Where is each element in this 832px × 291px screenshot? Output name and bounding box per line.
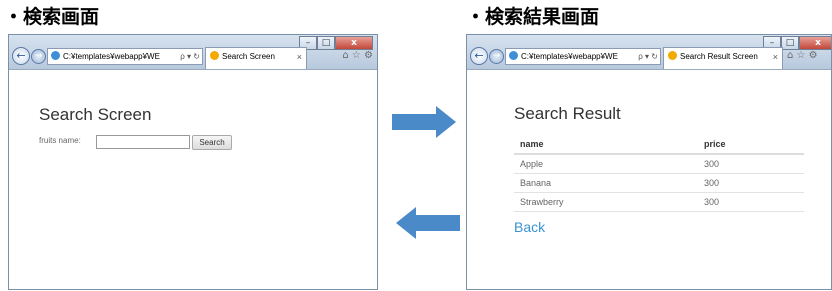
cell-name: Apple	[514, 153, 698, 174]
address-bar[interactable]: C:¥templates¥webapp¥WE ρ ▾ ↻	[47, 48, 203, 65]
search-browser-window: – □ x ← → C:¥templates¥webapp¥WE ρ ▾ ↻ S…	[8, 34, 378, 290]
tab-title: Search Result Screen	[680, 52, 758, 61]
address-bar-icons[interactable]: ρ ▾ ↻	[638, 49, 658, 64]
address-bar-icons[interactable]: ρ ▾ ↻	[180, 49, 200, 64]
ie-tab-icon	[210, 51, 219, 60]
fruits-name-input[interactable]	[96, 135, 190, 149]
cell-price: 300	[698, 153, 804, 174]
search-result-page: Search Result name price Apple 300 Banan…	[467, 70, 831, 289]
tab-title: Search Screen	[222, 52, 275, 61]
search-screen-caption: ・検索画面	[4, 6, 100, 28]
tab-search-result-screen[interactable]: Search Result Screen ×	[663, 47, 783, 69]
search-page: Search Screen fruits name: Search	[9, 70, 377, 289]
maximize-button[interactable]: □	[781, 36, 799, 50]
browser-titlebar: – □ x ← → C:¥templates¥webapp¥WE ρ ▾ ↻ S…	[9, 35, 377, 70]
address-bar[interactable]: C:¥templates¥webapp¥WE ρ ▾ ↻	[505, 48, 661, 65]
forward-arrow-icon[interactable]: →	[31, 49, 46, 64]
left-arrow-icon	[396, 207, 460, 239]
close-button[interactable]: x	[799, 36, 831, 50]
cell-name: Banana	[514, 173, 698, 193]
cell-name: Strawberry	[514, 192, 698, 212]
table-row: Apple 300	[514, 153, 804, 174]
toolbar-icons[interactable]: ⌂ ☆ ⚙	[342, 50, 373, 61]
column-header-name: name	[514, 135, 698, 155]
tab-search-screen[interactable]: Search Screen ×	[205, 47, 307, 69]
toolbar-icons[interactable]: ⌂ ☆ ⚙	[787, 50, 818, 61]
forward-arrow-icon[interactable]: →	[489, 49, 504, 64]
back-arrow-icon[interactable]: ←	[12, 47, 30, 65]
back-arrow-icon[interactable]: ←	[470, 47, 488, 65]
page-title: Search Result	[514, 104, 621, 123]
ie-page-icon	[51, 51, 60, 60]
table-header-row: name price	[514, 135, 804, 155]
search-button[interactable]: Search	[192, 135, 232, 150]
column-header-price: price	[698, 135, 804, 155]
page-title: Search Screen	[39, 105, 152, 124]
browser-titlebar: – □ x ← → C:¥templates¥webapp¥WE ρ ▾ ↻ S…	[467, 35, 831, 70]
result-screen-caption: ・検索結果画面	[466, 6, 600, 28]
cell-price: 300	[698, 173, 804, 193]
back-link[interactable]: Back	[514, 219, 545, 235]
close-button[interactable]: x	[335, 36, 373, 50]
address-text: C:¥templates¥webapp¥WE	[521, 52, 618, 61]
tab-close-icon[interactable]: ×	[773, 48, 778, 66]
maximize-button[interactable]: □	[317, 36, 335, 50]
window-controls: – □ x	[299, 36, 373, 50]
result-browser-window: – □ x ← → C:¥templates¥webapp¥WE ρ ▾ ↻ S…	[466, 34, 832, 290]
fruits-name-label: fruits name:	[39, 136, 81, 145]
tab-close-icon[interactable]: ×	[297, 48, 302, 66]
results-table: name price Apple 300 Banana 300 Strawber…	[514, 135, 804, 212]
ie-page-icon	[509, 51, 518, 60]
address-text: C:¥templates¥webapp¥WE	[63, 52, 160, 61]
table-row: Strawberry 300	[514, 192, 804, 212]
ie-tab-icon	[668, 51, 677, 60]
cell-price: 300	[698, 192, 804, 212]
right-arrow-icon	[392, 106, 456, 138]
table-row: Banana 300	[514, 173, 804, 193]
